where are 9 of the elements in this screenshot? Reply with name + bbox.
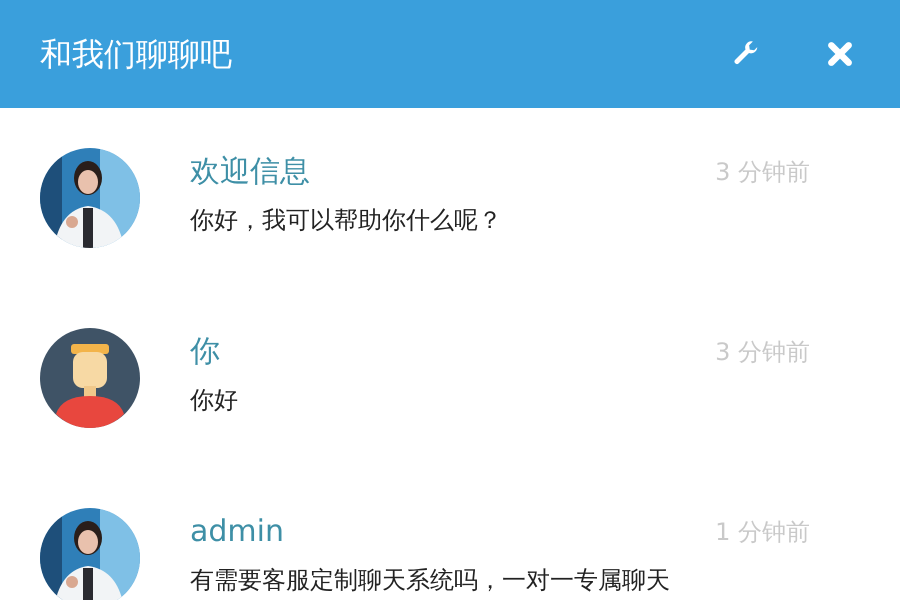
window-title: 和我们聊聊吧 — [40, 34, 233, 75]
sender-name: 你 — [190, 333, 220, 371]
message-text: 你好 — [190, 385, 239, 416]
sender-name: 欢迎信息 — [190, 153, 310, 191]
message-text: 有需要客服定制聊天系统吗，一对一专属聊天 — [190, 565, 671, 596]
message-text: 你好，我可以帮助你什么呢？ — [190, 205, 503, 236]
user-avatar-icon — [40, 328, 140, 428]
sender-name: admin — [190, 513, 284, 551]
close-icon — [827, 41, 853, 67]
